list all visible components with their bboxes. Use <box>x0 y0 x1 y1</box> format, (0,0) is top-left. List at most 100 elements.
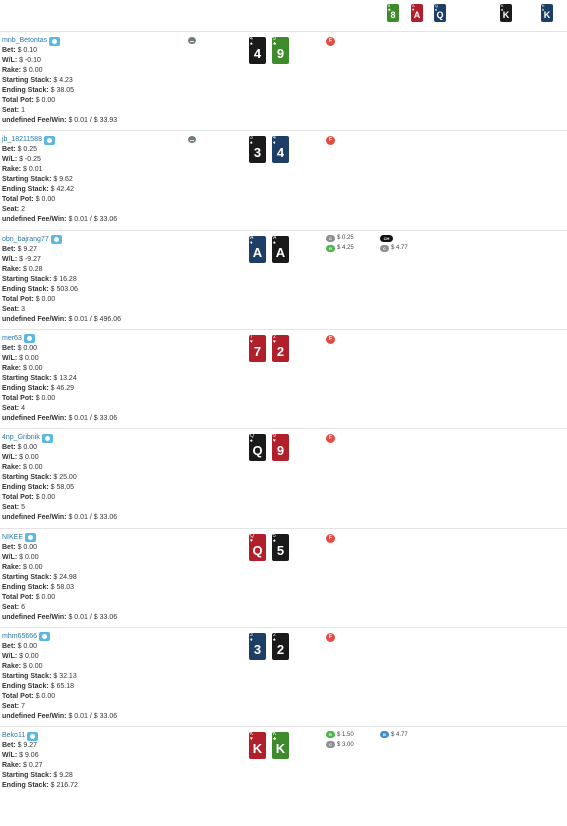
stat-label: Rake: <box>2 166 22 174</box>
stat-label: undefined Fee/Win: <box>2 216 67 224</box>
action-amount: $ 4.77 <box>391 245 408 252</box>
stat-value: $ 0.00 <box>23 563 43 571</box>
action-amount: $ 4.77 <box>391 731 408 738</box>
player-info-icon[interactable] <box>27 731 39 741</box>
stat-value: $ 58.05 <box>50 484 74 492</box>
player-row: 4np_Gribnik Bet: $ 0.00 W/L: $ 0.00 Rake: $… <box>0 428 567 528</box>
stat-value: $ 0.01 / $ 33.06 <box>68 514 118 522</box>
player-name-link[interactable]: mnb_Betontas <box>2 36 47 46</box>
player-info-icon[interactable] <box>41 433 53 443</box>
stat-label: Bet: <box>2 47 16 54</box>
stat-bet: Bet: $ 0.10 <box>2 46 182 56</box>
stat-value: $ 0.00 <box>19 652 39 660</box>
stat-ending: Ending Stack: $ 58.03 <box>2 583 182 593</box>
stat-value: $ 503.06 <box>50 285 78 293</box>
player-name-row: mhm65666 <box>2 632 182 642</box>
player-row: mnb_Betontas Bet: $ 0.10 W/L: $ -0.10 Rake:… <box>0 31 567 131</box>
action-c-icon: C <box>380 244 389 252</box>
player-info-icon[interactable] <box>49 36 61 46</box>
card-rank: Q <box>252 443 263 459</box>
stat-wl: W/L: $ -0.25 <box>2 155 182 165</box>
card-rank: Q <box>436 10 444 20</box>
stat-rake: Rake: $ 0.27 <box>2 761 182 771</box>
stat-label: W/L: <box>2 156 18 164</box>
stat-label: undefined Fee/Win: <box>2 315 67 323</box>
stat-starting: Starting Stack: $ 13.24 <box>2 374 182 384</box>
stat-label: undefined Fee/Win: <box>2 117 67 124</box>
player-name-row: 4np_Gribnik <box>2 433 182 443</box>
stat-value: $ 0.01 / $ 33.06 <box>68 613 118 621</box>
stat-seat: Seat: 4 <box>2 404 182 414</box>
hole-card: 3 ♦ 3 <box>249 632 266 660</box>
fold-action-icon: F <box>326 533 335 543</box>
stat-value: $ 0.00 <box>23 67 43 74</box>
stat-label: Rake: <box>2 762 22 770</box>
action-c-icon: C <box>326 234 335 242</box>
player-info-icon[interactable] <box>43 135 55 145</box>
stat-ending: Ending Stack: $ 38.05 <box>2 86 182 96</box>
player-info-icon[interactable] <box>39 632 51 642</box>
player-info-icon[interactable] <box>25 533 37 542</box>
card-rank: 2 <box>276 641 285 657</box>
stat-value: $ 0.00 <box>19 553 39 561</box>
stat-value: $ 0.00 <box>23 662 43 670</box>
card-rank: 4 <box>253 46 262 61</box>
player-name-link[interactable]: obn_bajrang77 <box>2 235 49 245</box>
board-card-4: K ♠ K <box>500 4 512 22</box>
action-amount: $ 0.25 <box>337 235 354 242</box>
player-info-icon[interactable] <box>50 235 62 245</box>
action-amount: $ 3.00 <box>337 741 354 748</box>
stat-value: 7 <box>21 702 25 710</box>
fold-action-icon: F <box>326 136 335 146</box>
hole-card: Q ♥ Q <box>249 533 266 561</box>
stat-wl: W/L: $ 0.00 <box>2 354 182 364</box>
stat-label: Bet: <box>2 146 16 154</box>
stat-label: Starting Stack: <box>2 573 52 581</box>
stat-seat: Seat: 6 <box>2 603 182 613</box>
player-name-link[interactable]: jb_18211588 <box>2 135 42 145</box>
player-info: 4np_Gribnik Bet: $ 0.00 W/L: $ 0.00 Rake: $… <box>2 433 182 523</box>
hole-card: K ♣ K <box>272 732 289 760</box>
action-r-icon: R <box>326 731 335 739</box>
stat-value: $ 0.01 / $ 33.06 <box>68 712 118 720</box>
stat-label: Total Pot: <box>2 97 34 104</box>
stat-label: Seat: <box>2 504 20 512</box>
player-name-link[interactable]: mhm65666 <box>2 632 37 642</box>
stat-value: $ -0.25 <box>19 156 41 164</box>
stat-bet: Bet: $ 0.00 <box>2 344 182 354</box>
player-name-link[interactable]: mer63 <box>2 334 22 344</box>
player-row: mer63 Bet: $ 0.00 W/L: $ 0.00 Rake: $ 0.00 S… <box>0 328 567 429</box>
stat-label: Total Pot: <box>2 593 34 601</box>
stat-feewin: undefined Fee/Win: $ 0.01 / $ 496.06 <box>2 315 182 325</box>
stat-value: $ 13.24 <box>53 374 77 382</box>
stat-totalpot: Total Pot: $ 0.00 <box>2 195 182 205</box>
player-name-link[interactable]: Beko11 <box>2 731 25 741</box>
stat-value: $ 0.00 <box>17 543 38 551</box>
stat-label: Total Pot: <box>2 494 34 502</box>
board-card-2: A ♥ A <box>411 4 423 22</box>
stat-label: Ending Stack: <box>2 285 49 293</box>
stat-starting: Starting Stack: $ 16.28 <box>2 275 182 285</box>
player-info: jb_18211588 Bet: $ 0.25 W/L: $ -0.25 Rake: … <box>2 135 182 225</box>
stat-seat: Seat: 7 <box>2 702 182 712</box>
player-name-row: jb_18211588 <box>2 135 182 145</box>
stat-value: $ 25.00 <box>53 474 77 482</box>
stat-feewin: undefined Fee/Win: $ 0.01 / $ 33.06 <box>2 613 182 623</box>
stat-ending: Ending Stack: $ 42.42 <box>2 185 182 195</box>
stat-value: $ 0.27 <box>23 762 43 770</box>
action-c-icon: C <box>326 741 335 749</box>
stat-label: Rake: <box>2 563 22 571</box>
fold-action-icon: F <box>326 434 335 444</box>
stat-value: $ 0.00 <box>35 97 56 104</box>
stat-value: 6 <box>21 603 25 611</box>
player-name-link[interactable]: NIKEE <box>2 533 23 543</box>
stat-value: $ 0.00 <box>35 494 56 502</box>
player-info-icon[interactable] <box>23 334 35 344</box>
fold-action-icon: F <box>326 37 335 46</box>
stat-label: W/L: <box>2 454 18 462</box>
player-name-link[interactable]: 4np_Gribnik <box>2 433 40 443</box>
stat-value: $ 0.00 <box>23 364 43 372</box>
stat-label: W/L: <box>2 57 18 64</box>
stat-label: Bet: <box>2 344 16 352</box>
card-rank: 3 <box>253 145 262 161</box>
